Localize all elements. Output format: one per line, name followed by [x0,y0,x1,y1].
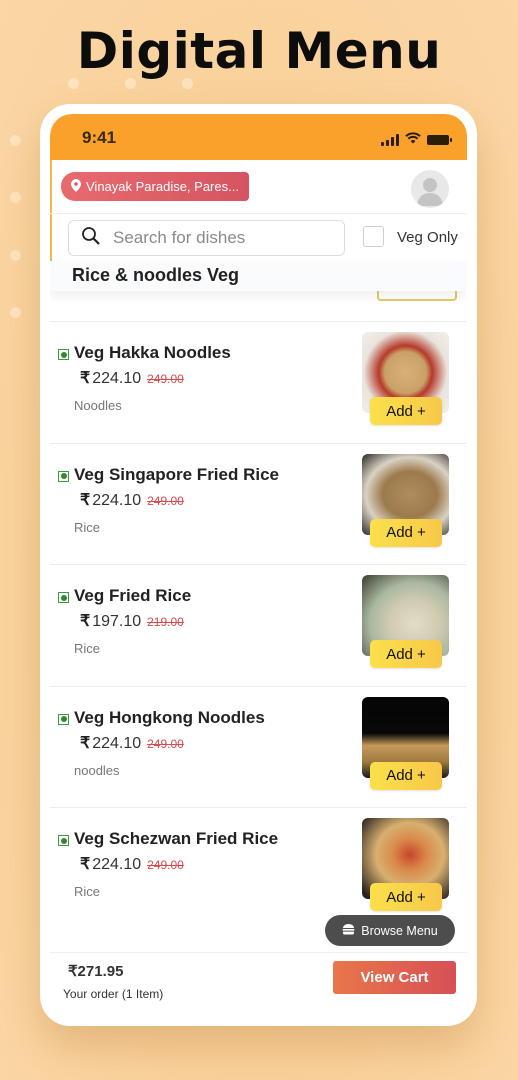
veg-indicator-icon [58,835,69,847]
menu-item: Veg Hakka Noodles ₹ 224.10 249.00 Noodle… [50,321,467,443]
order-info: Your order (1 Item) [63,987,164,1001]
item-mrp: 249.00 [147,858,184,873]
menu-list: Veg Hakka Noodles ₹ 224.10 249.00 Noodle… [50,292,467,929]
decor-dot [10,135,21,146]
location-text: Vinayak Paradise, Pares... [86,179,239,194]
veg-only-label: Veg Only [397,229,458,246]
battery-icon [427,135,452,145]
rupee-icon: ₹ [80,734,91,752]
veg-indicator-icon [58,349,69,360]
item-name: Veg Schezwan Fried Rice [74,829,279,849]
item-name: Veg Singapore Fried Rice [74,464,280,484]
add-button[interactable]: Add + [370,397,442,425]
item-price: 197.10 [92,613,142,631]
add-button[interactable]: Add + [370,761,442,790]
search-row: Search for dishes Veg Only [50,213,467,261]
decor-dot [10,192,21,203]
add-button[interactable]: Add + [370,883,442,912]
item-price: 224.10 [92,370,142,387]
item-name: Veg Hakka Noodles [74,343,231,362]
menu-item: Veg Schezwan Fried Rice ₹ 224.10 249.00 … [50,807,467,929]
item-category: Noodles [74,398,122,413]
phone-frame: 9:41 Vinayak Paradise, Pares... Search f… [40,104,477,1026]
veg-only-checkbox[interactable] [363,226,384,247]
hero-title: Digital Menu [76,22,442,80]
item-category: Rice [74,519,101,535]
item-mrp: 249.00 [147,372,184,386]
user-avatar-icon[interactable] [411,170,449,208]
item-category: noodles [74,762,120,778]
price-row: ₹ 224.10 249.00 [80,854,184,874]
rupee-icon: ₹ [68,963,78,980]
burger-menu-icon [342,923,355,938]
browse-menu-button[interactable]: Browse Menu [325,915,455,946]
item-category: Rice [74,641,101,657]
price-row: ₹ 224.10 249.00 [80,368,184,388]
rupee-icon: ₹ [80,370,91,387]
browse-menu-label: Browse Menu [361,923,438,938]
item-price: 224.10 [92,491,142,509]
menu-item: Veg Fried Rice ₹ 197.10 219.00 Rice Add … [50,564,467,686]
status-icons [381,131,452,149]
decor-dot [10,250,21,261]
item-mrp: 249.00 [147,736,184,751]
status-time: 9:41 [82,128,117,147]
rupee-icon: ₹ [80,491,91,509]
search-input[interactable]: Search for dishes [68,220,345,256]
rupee-icon: ₹ [80,856,91,874]
menu-item: Veg Hongkong Noodles ₹ 224.10 249.00 noo… [50,685,467,808]
search-icon [81,226,101,251]
price-row: ₹ 224.10 249.00 [80,490,184,510]
price-row: ₹ 197.10 219.00 [80,611,184,631]
signal-icon [381,134,399,146]
status-bar: 9:41 [50,114,467,160]
decor-dot [10,307,21,318]
item-price: 224.10 [92,856,142,874]
veg-indicator-icon [58,713,69,725]
item-mrp: 249.00 [147,493,184,508]
item-mrp: 219.00 [147,615,184,630]
category-header: Rice & noodles Veg [50,261,467,291]
category-title: Rice & noodles Veg [72,265,240,285]
cart-total: ₹271.95 [68,962,123,980]
rupee-icon: ₹ [80,613,91,631]
add-button[interactable]: Add + [370,518,442,547]
view-cart-button[interactable]: View Cart [333,961,456,994]
menu-item: Veg Singapore Fried Rice ₹ 224.10 249.00… [50,442,467,565]
wifi-icon [405,131,421,149]
item-price: 224.10 [92,734,142,752]
cart-total-value: 271.95 [77,963,124,980]
item-category: Rice [74,884,101,900]
cart-footer: ₹271.95 Your order (1 Item) View Cart [50,952,467,1016]
item-name: Veg Hongkong Noodles [74,707,265,727]
map-pin-icon [71,178,81,195]
veg-indicator-icon [58,592,69,604]
veg-indicator-icon [58,470,69,482]
item-name: Veg Fried Rice [74,586,192,606]
search-placeholder: Search for dishes [113,228,246,247]
app-screen: 9:41 Vinayak Paradise, Pares... Search f… [50,114,467,1016]
price-row: ₹ 224.10 249.00 [80,733,184,753]
add-button[interactable]: Add + [370,640,442,669]
location-selector[interactable]: Vinayak Paradise, Pares... [61,172,249,201]
